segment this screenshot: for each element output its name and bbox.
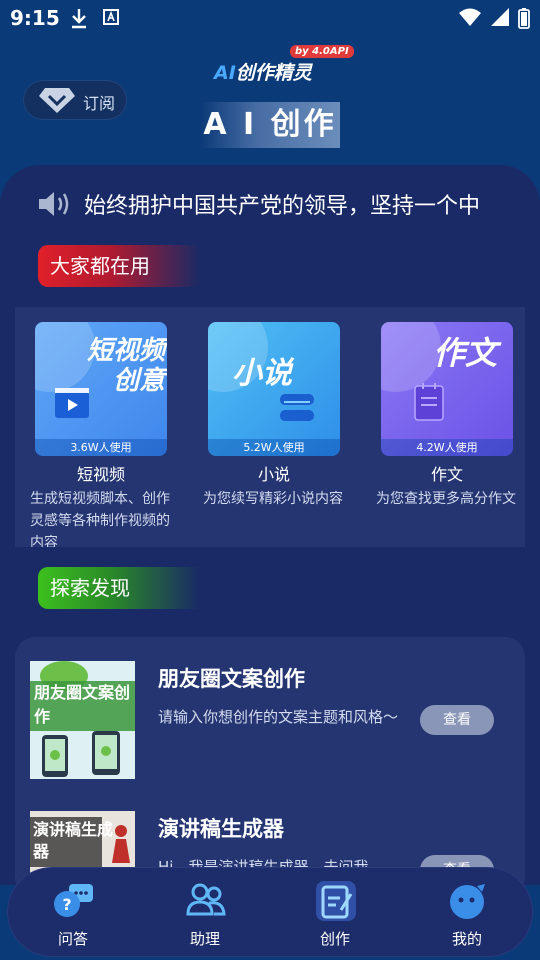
status-bar: 9:15	[0, 0, 540, 36]
page-title: A I 创作	[200, 102, 340, 148]
create-edit-icon	[316, 881, 356, 921]
card-thumb: 作文 4.2W人使用	[381, 322, 513, 456]
nav-label: 我的	[451, 930, 482, 948]
card-name: 作文	[430, 465, 463, 484]
explore-thumb-text: 朋友圈文案创作	[34, 683, 131, 726]
explore-section-tag: 探索发现	[38, 567, 200, 609]
bottom-nav: ? 问答 助理 创作 我的	[8, 868, 532, 956]
signal-icon	[491, 8, 509, 26]
card-name: 小说	[257, 465, 290, 484]
nav-label: 创作	[319, 930, 350, 948]
phone-illustration-icon	[42, 731, 120, 777]
card-desc: 生成短视频脚本、创作灵感等各种制作视频的内容	[30, 491, 170, 547]
battery-icon	[518, 8, 530, 29]
novel-book-icon	[280, 394, 314, 421]
video-play-icon	[55, 388, 89, 418]
explore-list: 朋友圈文案创作 朋友圈文案创作 请输入你想创作的文案主题和风格～ 查看 演讲稿生…	[15, 637, 525, 897]
explore-thumb: 朋友圈文案创作	[30, 661, 135, 779]
assistant-users-icon	[186, 883, 226, 916]
essay-notebook-icon	[414, 383, 444, 421]
text-app-icon	[103, 9, 119, 25]
nav-label: 助理	[189, 930, 220, 948]
profile-face-icon	[450, 884, 485, 919]
card-thumb: 短视频创意 3.6W人使用	[35, 322, 167, 456]
explore-item-moments[interactable]: 朋友圈文案创作 朋友圈文案创作 请输入你想创作的文案主题和风格～ 查看	[30, 661, 510, 781]
nav-item-qa[interactable]: ? 问答	[28, 876, 118, 952]
brand-badge: by 4.0API	[290, 45, 354, 58]
nav-item-create[interactable]: 创作	[290, 876, 380, 952]
announcement-text: 始终拥护中国共产党的领导，坚持一个中	[84, 194, 481, 219]
subscribe-label: 订阅	[83, 94, 116, 113]
wifi-icon	[459, 8, 481, 26]
subscribe-button[interactable]: 订阅	[23, 80, 127, 120]
card-thumb-title: 小说	[232, 356, 292, 391]
diamond-icon	[39, 88, 75, 113]
card-thumb-title: 作文	[433, 334, 498, 372]
nav-item-assistant[interactable]: 助理	[160, 876, 250, 952]
explore-title: 演讲稿生成器	[158, 817, 284, 841]
view-button[interactable]: 查看	[420, 705, 494, 735]
card-thumb: 小说 5.2W人使用	[208, 322, 340, 456]
download-icon	[72, 9, 86, 29]
brand-logo: AI创作精灵	[214, 62, 312, 84]
card-desc: 为您续写精彩小说内容	[203, 491, 343, 507]
popular-section-tag: 大家都在用	[38, 245, 200, 287]
card-desc: 为您查找更多高分作文	[376, 491, 516, 507]
explore-title: 朋友圈文案创作	[158, 667, 305, 691]
announcement-marquee: 始终拥护中国共产党的领导，坚持一个中	[36, 188, 486, 220]
status-time: 9:15	[10, 6, 60, 30]
speaker-person-icon	[112, 825, 130, 863]
svg-text:?: ?	[62, 895, 71, 914]
nav-label: 问答	[57, 930, 88, 948]
qa-chat-icon: ?	[54, 884, 93, 917]
explore-thumb-text: 演讲稿生成器	[33, 820, 114, 861]
card-usage: 4.2W人使用	[381, 439, 513, 456]
nav-item-profile[interactable]: 我的	[422, 876, 512, 952]
popular-cards: 短视频创意 3.6W人使用 短视频 生成短视频脚本、创作灵感等各种制作视频的内容…	[15, 307, 525, 547]
card-usage: 3.6W人使用	[35, 439, 167, 456]
card-usage: 5.2W人使用	[208, 439, 340, 456]
speaker-icon	[39, 192, 69, 216]
card-name: 短视频	[76, 465, 125, 484]
explore-desc: 请输入你想创作的文案主题和风格～	[158, 708, 399, 726]
